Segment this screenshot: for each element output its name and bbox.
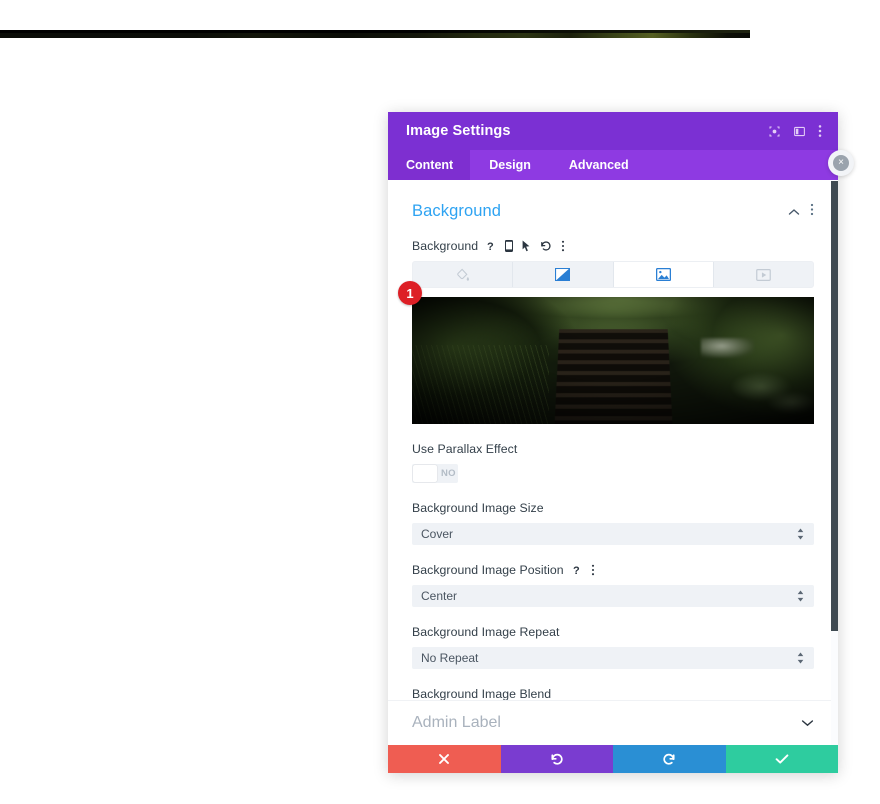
parallax-field: Use Parallax Effect NO [388,442,838,483]
modal-header-actions [768,124,822,138]
field-label-row: Background Image Size [412,501,814,515]
chevron-down-icon[interactable] [801,714,814,732]
background-image-size-select[interactable]: Cover [412,523,814,545]
section-title: Background [412,202,502,220]
svg-text:?: ? [573,565,580,576]
admin-label-title: Admin Label [412,714,501,731]
responsive-phone-icon[interactable] [505,240,514,252]
background-image-repeat-field: Background Image Repeat No Repeat [388,625,838,669]
field-label: Use Parallax Effect [412,442,518,456]
background-image-size-field: Background Image Size Cover [388,501,838,545]
field-label-row: Background Image Blend [412,687,814,701]
modal-title: Image Settings [406,123,511,139]
modal-body: Background Background ? Use Parallax Eff… [388,180,838,745]
close-icon: × [833,155,849,171]
help-icon[interactable]: ? [487,240,496,252]
field-label-row: Background Image Repeat [412,625,814,639]
tab-advanced[interactable]: Advanced [550,150,648,180]
toggle-state-label: NO [441,468,456,479]
background-field: Background ? [388,239,838,288]
section-header-actions [788,203,814,221]
background-section-header[interactable]: Background [388,180,838,221]
background-image-preview-wrap[interactable] [388,297,838,424]
cancel-button[interactable] [388,745,501,773]
field-label: Background [412,239,479,253]
select-value: Center [421,589,458,603]
hero-image [0,30,750,38]
hover-cursor-icon[interactable] [522,240,531,252]
background-color-tab[interactable] [413,262,514,287]
kebab-menu-icon[interactable] [591,564,595,576]
reset-icon[interactable] [540,240,552,252]
field-label-row: Background Image Position ? [412,563,814,577]
step-badge-1: 1 [398,281,422,305]
kebab-menu-icon[interactable] [818,124,822,138]
select-spinner-icon [797,590,804,602]
page-hero-strip [0,0,750,38]
close-modal-button[interactable]: × [828,150,854,176]
field-label: Background Image Blend [412,687,552,701]
save-button[interactable] [725,745,838,773]
chevron-up-icon[interactable] [788,203,800,221]
settings-scroll-area: Background Background ? Use Parallax Eff… [388,180,838,745]
modal-header: Image Settings [388,112,838,150]
toggle-knob [413,465,437,482]
parallax-label-row: Use Parallax Effect [412,442,814,456]
redo-button[interactable] [613,745,726,773]
background-image-position-select[interactable]: Center [412,585,814,607]
background-image-tab[interactable] [613,262,714,287]
kebab-menu-icon[interactable] [561,240,565,252]
help-icon[interactable]: ? [573,564,582,576]
parallax-toggle[interactable]: NO [412,464,458,483]
select-value: No Repeat [421,651,479,665]
scrollbar-track[interactable] [831,180,838,745]
background-gradient-tab[interactable] [513,262,614,287]
admin-label-section[interactable]: Admin Label [388,700,838,745]
scrollbar-thumb[interactable] [831,181,838,631]
kebab-menu-icon[interactable] [810,203,814,221]
select-spinner-icon [797,652,804,664]
tab-content[interactable]: Content [388,150,471,180]
background-image-position-field: Background Image Position ? Center [388,563,838,607]
field-label: Background Image Position [412,563,564,577]
background-type-tabs [412,261,814,288]
background-label-row: Background ? [412,239,814,253]
svg-text:?: ? [487,241,494,252]
layout-columns-icon[interactable] [793,125,806,138]
background-video-tab[interactable] [713,262,813,287]
tab-design[interactable]: Design [470,150,550,180]
field-label: Background Image Repeat [412,625,560,639]
background-image-preview[interactable] [412,297,814,424]
select-spinner-icon [797,528,804,540]
field-label: Background Image Size [412,501,544,515]
modal-footer [388,745,838,773]
select-value: Cover [421,527,454,541]
preview-layer-vignette [412,297,814,424]
target-icon[interactable] [768,125,781,138]
modal-tab-bar: Content Design Advanced [388,150,838,180]
image-settings-modal: Image Settings Content Design Advanced B… [388,112,838,773]
background-image-repeat-select[interactable]: No Repeat [412,647,814,669]
page-root: × Image Settings Content Design Advanced… [0,0,880,804]
undo-button[interactable] [500,745,613,773]
